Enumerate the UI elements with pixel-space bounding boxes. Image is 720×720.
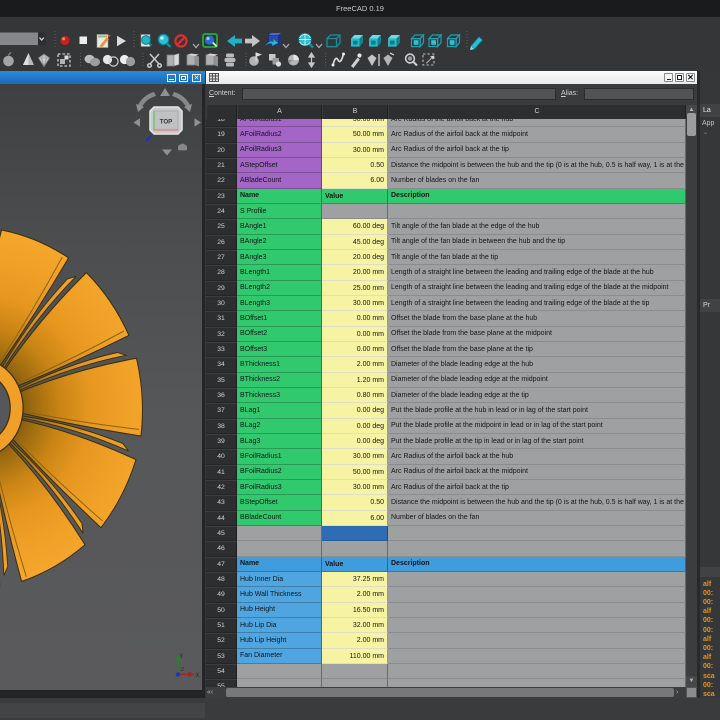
svg-text:Z: Z (181, 667, 185, 673)
svg-text:Y: Y (180, 654, 184, 660)
svg-text:TOP: TOP (160, 119, 173, 126)
svg-text:X: X (196, 673, 200, 679)
